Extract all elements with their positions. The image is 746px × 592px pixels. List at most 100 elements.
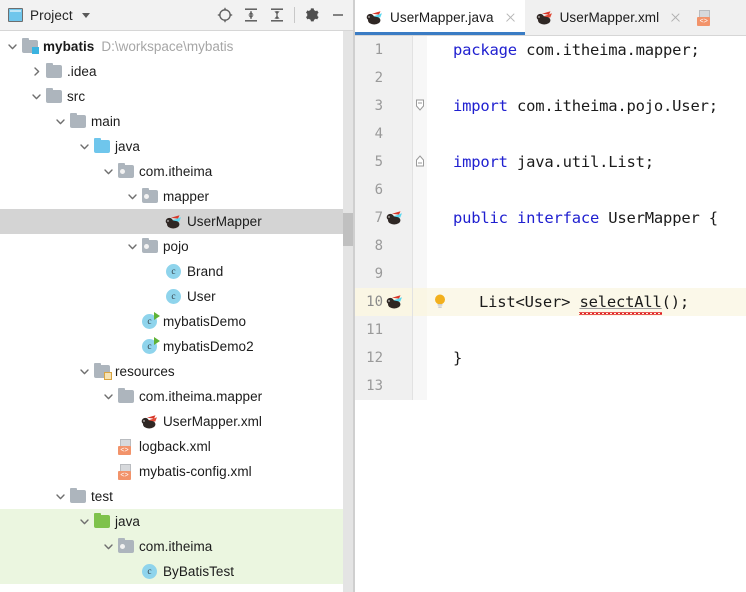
package-folder-icon bbox=[141, 187, 158, 205]
tree-row-mapper[interactable]: mapper bbox=[0, 184, 355, 209]
fold-region-start-icon[interactable] bbox=[414, 154, 426, 170]
editor-gutter-11[interactable]: 11 bbox=[355, 316, 413, 344]
tree-row-usermapper[interactable]: UserMapper bbox=[0, 209, 355, 234]
fold-column-5[interactable] bbox=[413, 148, 427, 176]
fold-column-13[interactable] bbox=[413, 372, 427, 400]
fold-column-10[interactable] bbox=[413, 288, 427, 316]
code-identifier: } bbox=[453, 349, 463, 367]
editor-gutter-3[interactable]: 3 bbox=[355, 92, 413, 120]
chevron-down-icon[interactable] bbox=[102, 540, 115, 553]
tree-row-mybatisdemo[interactable]: c mybatisDemo bbox=[0, 309, 355, 334]
chevron-down-icon[interactable] bbox=[126, 240, 139, 253]
tree-row-src[interactable]: src bbox=[0, 84, 355, 109]
fold-column-2[interactable] bbox=[413, 64, 427, 92]
chevron-right-icon[interactable] bbox=[30, 65, 43, 78]
editor-gutter-10[interactable]: 10 bbox=[355, 288, 413, 316]
editor-gutter-4[interactable]: 4 bbox=[355, 120, 413, 148]
code-text-3[interactable]: import com.itheima.pojo.User; bbox=[427, 92, 746, 120]
code-text-10[interactable]: List<User> selectAll (); bbox=[427, 288, 746, 316]
close-icon[interactable] bbox=[504, 11, 517, 24]
fold-column-11[interactable] bbox=[413, 316, 427, 344]
xml-file-icon: <> bbox=[696, 9, 713, 26]
fold-column-9[interactable] bbox=[413, 260, 427, 288]
mybatis-mapper-icon[interactable] bbox=[386, 210, 404, 226]
mybatis-mapper-icon[interactable] bbox=[386, 294, 404, 310]
chevron-down-icon[interactable] bbox=[6, 40, 19, 53]
tree-row-logback-xml[interactable]: <> logback.xml bbox=[0, 434, 355, 459]
editor-gutter-12[interactable]: 12 bbox=[355, 344, 413, 372]
tree-row-java[interactable]: java bbox=[0, 134, 355, 159]
tree-row-pojo[interactable]: pojo bbox=[0, 234, 355, 259]
tree-row-mybatis-config-xml[interactable]: <> mybatis-config.xml bbox=[0, 459, 355, 484]
tree-row-mybatis[interactable]: mybatis D:\workspace\mybatis bbox=[0, 34, 355, 59]
chevron-down-icon[interactable] bbox=[126, 190, 139, 203]
code-line-13: 13 bbox=[355, 372, 746, 400]
code-editor[interactable]: 1 package com.itheima.mapper; 2 3 import com… bbox=[355, 36, 746, 592]
tree-row-user[interactable]: c User bbox=[0, 284, 355, 309]
tree-row-com-itheima[interactable]: com.itheima bbox=[0, 534, 355, 559]
fold-column-7[interactable] bbox=[413, 204, 427, 232]
editor-tab-usermapper-java[interactable]: UserMapper.java bbox=[355, 0, 525, 35]
editor-tab-usermapper-xml[interactable]: UserMapper.xml bbox=[524, 0, 691, 35]
fold-column-12[interactable] bbox=[413, 344, 427, 372]
editor-gutter-5[interactable]: 5 bbox=[355, 148, 413, 176]
folder-icon bbox=[45, 87, 62, 105]
code-line-6: 6 bbox=[355, 176, 746, 204]
package-folder-icon bbox=[141, 237, 158, 255]
chevron-down-icon[interactable] bbox=[54, 490, 67, 503]
code-text-12[interactable]: } bbox=[427, 344, 746, 372]
locate-icon[interactable] bbox=[212, 2, 238, 28]
collapse-all-icon[interactable] bbox=[264, 2, 290, 28]
intention-bulb-icon[interactable] bbox=[433, 293, 447, 311]
fold-column-6[interactable] bbox=[413, 176, 427, 204]
tree-row-com-itheima[interactable]: com.itheima bbox=[0, 159, 355, 184]
fold-column-1[interactable] bbox=[413, 36, 427, 64]
tree-row-mybatisdemo2[interactable]: c mybatisDemo2 bbox=[0, 334, 355, 359]
code-text-1[interactable]: package com.itheima.mapper; bbox=[427, 36, 746, 64]
editor-gutter-7[interactable]: 7 bbox=[355, 204, 413, 232]
fold-column-8[interactable] bbox=[413, 232, 427, 260]
tree-row-test[interactable]: test bbox=[0, 484, 355, 509]
editor-tab-partial[interactable]: <> bbox=[690, 0, 723, 35]
editor-gutter-1[interactable]: 1 bbox=[355, 36, 413, 64]
fold-region-end-icon[interactable] bbox=[414, 98, 426, 114]
tree-row--idea[interactable]: .idea bbox=[0, 59, 355, 84]
chevron-down-icon[interactable] bbox=[78, 515, 91, 528]
tree-row-main[interactable]: main bbox=[0, 109, 355, 134]
test-source-root-folder-icon bbox=[93, 512, 110, 530]
editor-gutter-2[interactable]: 2 bbox=[355, 64, 413, 92]
chevron-down-icon[interactable] bbox=[102, 165, 115, 178]
tree-row-brand[interactable]: c Brand bbox=[0, 259, 355, 284]
code-text-5[interactable]: import java.util.List; bbox=[427, 148, 746, 176]
error-squiggle bbox=[579, 312, 662, 315]
chevron-down-icon[interactable] bbox=[102, 390, 115, 403]
code-line-11: 11 bbox=[355, 316, 746, 344]
tree-row-usermapper-xml[interactable]: UserMapper.xml bbox=[0, 409, 355, 434]
folder-icon bbox=[69, 487, 86, 505]
editor-gutter-6[interactable]: 6 bbox=[355, 176, 413, 204]
tree-row-java[interactable]: java bbox=[0, 509, 355, 534]
close-icon[interactable] bbox=[669, 11, 682, 24]
chevron-down-icon[interactable] bbox=[81, 12, 90, 18]
chevron-down-icon[interactable] bbox=[78, 365, 91, 378]
tree-row-resources[interactable]: resources bbox=[0, 359, 355, 384]
tree-row-com-itheima-mapper[interactable]: com.itheima.mapper bbox=[0, 384, 355, 409]
code-text-7[interactable]: public interface UserMapper { bbox=[427, 204, 746, 232]
editor-gutter-13[interactable]: 13 bbox=[355, 372, 413, 400]
chevron-down-icon[interactable] bbox=[54, 115, 67, 128]
expand-all-icon[interactable] bbox=[238, 2, 264, 28]
gear-icon[interactable] bbox=[299, 2, 325, 28]
chevron-down-icon[interactable] bbox=[30, 90, 43, 103]
tree-row-bybatistest[interactable]: c ByBatisTest bbox=[0, 559, 355, 584]
editor-gutter-8[interactable]: 8 bbox=[355, 232, 413, 260]
chevron-down-icon[interactable] bbox=[78, 140, 91, 153]
project-panel-title-group[interactable]: Project bbox=[8, 8, 90, 23]
editor-gutter-9[interactable]: 9 bbox=[355, 260, 413, 288]
line-number: 8 bbox=[374, 238, 383, 254]
code-identifier: (); bbox=[661, 293, 690, 311]
minimize-icon[interactable] bbox=[325, 2, 351, 28]
fold-column-3[interactable] bbox=[413, 92, 427, 120]
fold-column-4[interactable] bbox=[413, 120, 427, 148]
